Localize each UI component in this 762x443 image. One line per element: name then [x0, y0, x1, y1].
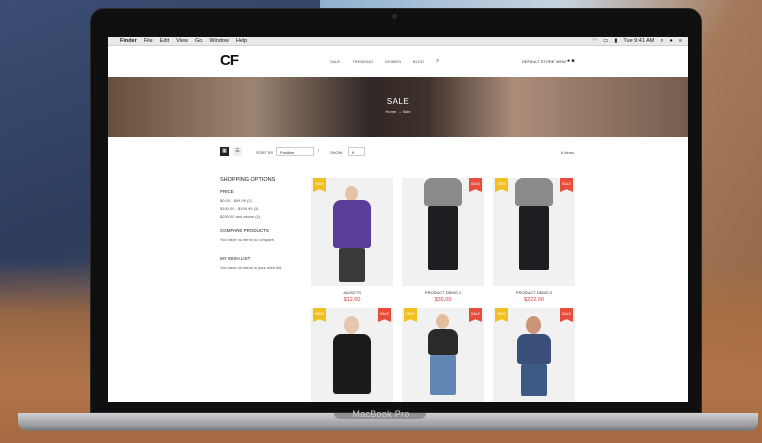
model-bottom — [521, 364, 547, 396]
search-icon[interactable]: ⌕ — [436, 58, 439, 65]
model-bottom — [339, 248, 365, 282]
price-filter-option[interactable]: $100.00 - $199.99 (3) — [220, 206, 302, 211]
account-icon[interactable]: ● — [567, 58, 570, 64]
hero-overlay — [108, 77, 688, 137]
product-image[interactable]: NEW SALE — [493, 178, 575, 286]
menu-view[interactable]: View — [176, 38, 188, 44]
model-bottom — [428, 206, 458, 270]
main-nav: Sale Trending Women Blog ⌕ — [330, 58, 451, 65]
wifi-icon[interactable]: ◠ — [592, 38, 597, 44]
model-top — [517, 334, 551, 364]
camera — [392, 14, 397, 19]
site-logo[interactable]: CF — [220, 52, 239, 69]
product-card[interactable]: SALE PRODUCT DEMO 1 $35.00 — [402, 178, 484, 303]
product-name[interactable]: PRODUCT DEMO 2 — [493, 290, 575, 295]
shopping-options-title: Shopping Options — [220, 177, 276, 183]
price-filter-option[interactable]: $200.00 and above (1) — [220, 214, 302, 219]
site-header: CF Sale Trending Women Blog ⌕ Default St… — [108, 47, 688, 77]
model-head — [345, 186, 358, 201]
new-badge: NEW — [313, 178, 326, 192]
product-name[interactable]: JACKETS — [311, 290, 393, 295]
sidebar: Shopping Options Price $0.00 - $99.99 (2… — [220, 177, 302, 284]
nav-women[interactable]: Women — [385, 59, 401, 65]
menubar-status: ◠ ▭ ▮ Tue 9:41 AM ⌕ ● ≡ — [586, 38, 682, 45]
model-head — [436, 314, 449, 329]
model-top — [333, 200, 371, 248]
breadcrumb[interactable]: Home → Sale — [108, 109, 688, 114]
model-head — [344, 316, 359, 334]
product-name[interactable]: PRODUCT DEMO 1 — [402, 290, 484, 295]
sale-badge: SALE — [469, 178, 482, 192]
laptop-screen: Finder File Edit View Go Window Help ◠ ▭… — [108, 37, 688, 402]
product-card[interactable]: NEW JACKETS $12.00 — [311, 178, 393, 303]
battery-icon[interactable]: ▮ — [614, 38, 617, 44]
mac-menubar: Finder File Edit View Go Window Help ◠ ▭… — [108, 37, 688, 46]
sort-direction-icon[interactable]: ↑ — [317, 148, 320, 154]
model-top — [515, 178, 553, 206]
menu-help[interactable]: Help — [236, 38, 247, 44]
product-image[interactable]: NEW SALE — [493, 308, 575, 402]
sale-badge: SALE — [469, 308, 482, 322]
product-price: $222.00 — [524, 297, 544, 303]
menu-window[interactable]: Window — [209, 38, 229, 44]
spotlight-icon[interactable]: ⌕ — [660, 38, 663, 45]
price-filter-option[interactable]: $0.00 - $99.99 (2) — [220, 198, 302, 203]
cart-icon[interactable]: ■ — [571, 58, 574, 64]
model-head — [526, 316, 541, 334]
menu-edit[interactable]: Edit — [160, 38, 169, 44]
list-view-icon[interactable]: ☰ — [233, 147, 242, 156]
model-top — [333, 334, 371, 394]
show-label: Show — [330, 150, 343, 155]
header-icons: ● ■ — [567, 58, 574, 64]
menu-file[interactable]: File — [144, 38, 153, 44]
product-image[interactable]: SALE — [402, 178, 484, 286]
product-image[interactable]: NEW SALE — [311, 308, 393, 402]
sort-label: Sort By — [256, 150, 274, 155]
compare-title: Compare Products — [220, 228, 269, 233]
wishlist-title: My Wish List — [220, 256, 251, 261]
clock[interactable]: Tue 9:41 AM — [623, 38, 654, 44]
user-icon[interactable]: ● — [669, 38, 672, 44]
compare-empty-text: You have no items to compare. — [220, 237, 275, 242]
product-image[interactable]: NEW — [311, 178, 393, 286]
model-bottom — [519, 206, 549, 270]
hero-title: SALE — [386, 97, 410, 106]
hero-banner: SALE Home → Sale — [108, 77, 688, 137]
sale-badge: SALE — [560, 308, 573, 322]
sale-badge: SALE — [378, 308, 391, 322]
nav-sale[interactable]: Sale — [330, 59, 340, 65]
product-card[interactable]: NEW SALE — [311, 308, 393, 402]
sale-badge: SALE — [560, 178, 573, 192]
catalog-toolbar: ▦ ☰ Sort By Position ↑ Show 9 6 Items — [108, 145, 688, 159]
device-brand-label: MacBook Pro — [352, 409, 410, 419]
price-filter-title[interactable]: Price — [220, 189, 302, 194]
menu-go[interactable]: Go — [195, 38, 202, 44]
airplay-icon[interactable]: ▭ — [603, 38, 608, 44]
product-card[interactable]: NEW SALE PRODUCT DEMO 2 $222.00 — [493, 178, 575, 303]
new-badge: NEW — [404, 308, 417, 322]
product-card[interactable]: NEW SALE — [402, 308, 484, 402]
items-count: 6 Items — [561, 150, 575, 155]
new-badge: NEW — [313, 308, 326, 322]
grid-view-icon[interactable]: ▦ — [220, 147, 229, 156]
sort-select[interactable]: Position — [276, 147, 314, 156]
model-top — [428, 329, 458, 355]
model-top — [424, 178, 462, 206]
new-badge: NEW — [495, 178, 508, 192]
product-card[interactable]: NEW SALE — [493, 308, 575, 402]
limiter-select[interactable]: 9 — [348, 147, 365, 156]
product-price: $35.00 — [434, 297, 452, 303]
nav-blog[interactable]: Blog — [413, 59, 424, 65]
model-bottom — [430, 355, 456, 395]
new-badge: NEW — [495, 308, 508, 322]
menu-finder[interactable]: Finder — [120, 38, 137, 44]
notification-icon[interactable]: ≡ — [679, 38, 682, 44]
product-image[interactable]: NEW SALE — [402, 308, 484, 402]
product-price: $12.00 — [343, 297, 361, 303]
nav-trending[interactable]: Trending — [352, 59, 373, 65]
store-view-switcher[interactable]: Default Store View — [522, 59, 566, 64]
laptop-lid: Finder File Edit View Go Window Help ◠ ▭… — [90, 8, 702, 413]
wishlist-empty-text: You have no items in your wish list. — [220, 265, 283, 270]
